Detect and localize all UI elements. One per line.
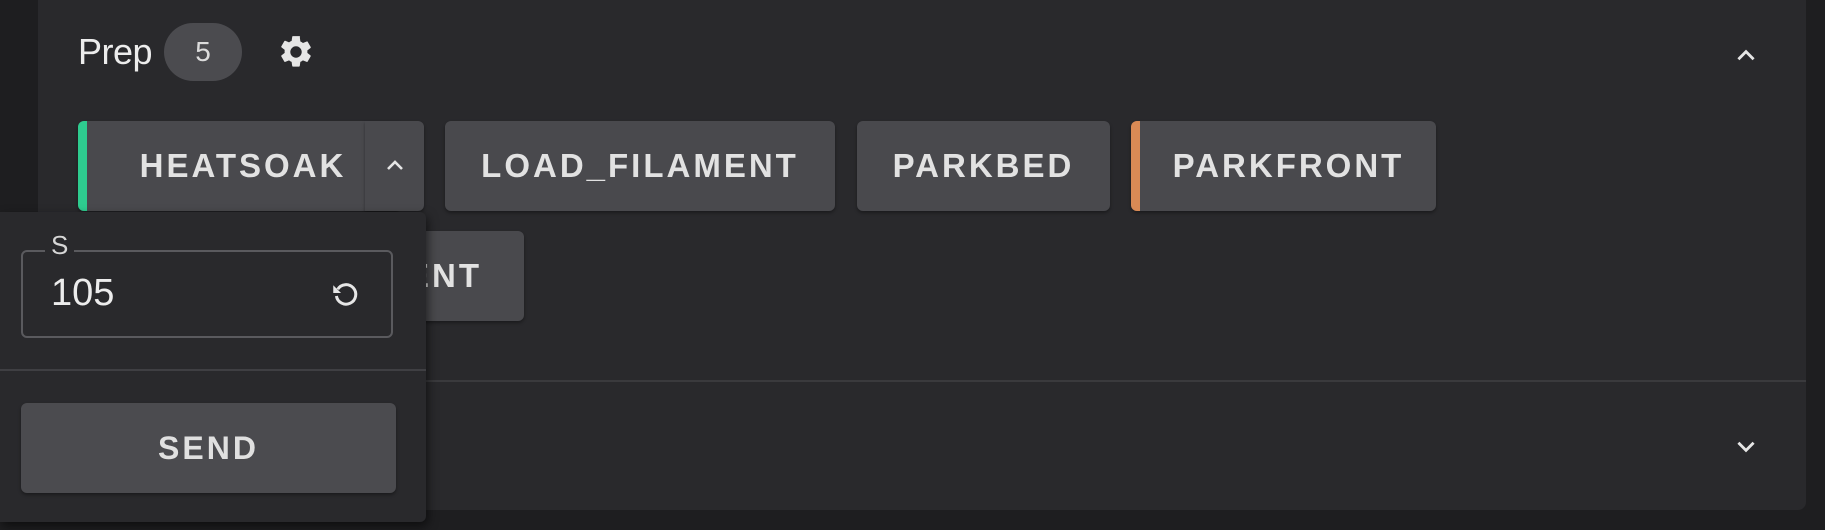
macro-button-parkfront[interactable]: PARKFRONT: [1131, 121, 1436, 211]
macro-label: LOAD_FILAMENT: [481, 147, 799, 184]
chevron-up-icon: [386, 160, 403, 170]
gear-icon[interactable]: [276, 32, 316, 72]
macro-label: PARKFRONT: [1172, 147, 1405, 184]
macro-button-heatsoak[interactable]: HEATSOAK: [78, 121, 398, 211]
chevron-up-icon[interactable]: [1728, 38, 1764, 74]
param-s-label: S: [45, 230, 75, 261]
macro-label: PARKBED: [892, 147, 1075, 184]
macro-button-parkbed[interactable]: PARKBED: [857, 121, 1110, 211]
macro-params-popup: S SEND: [0, 212, 426, 522]
macro-label: HEATSOAK: [139, 147, 347, 184]
param-s-field[interactable]: S: [21, 230, 393, 338]
macro-accent-bar: [78, 121, 87, 211]
param-s-input[interactable]: [51, 272, 271, 315]
macro-count-badge: 5: [164, 23, 243, 81]
section-title: Prep: [78, 31, 153, 72]
macro-params-toggle[interactable]: [365, 121, 424, 211]
macro-button-load-filament[interactable]: LOAD_FILAMENT: [445, 121, 835, 211]
section-header: Prep 5: [78, 22, 1806, 82]
reset-icon[interactable]: [325, 272, 367, 314]
send-button[interactable]: SEND: [21, 403, 396, 493]
macro-accent-bar: [1131, 121, 1140, 211]
popup-divider: [0, 369, 426, 371]
chevron-down-icon[interactable]: [1728, 428, 1764, 464]
